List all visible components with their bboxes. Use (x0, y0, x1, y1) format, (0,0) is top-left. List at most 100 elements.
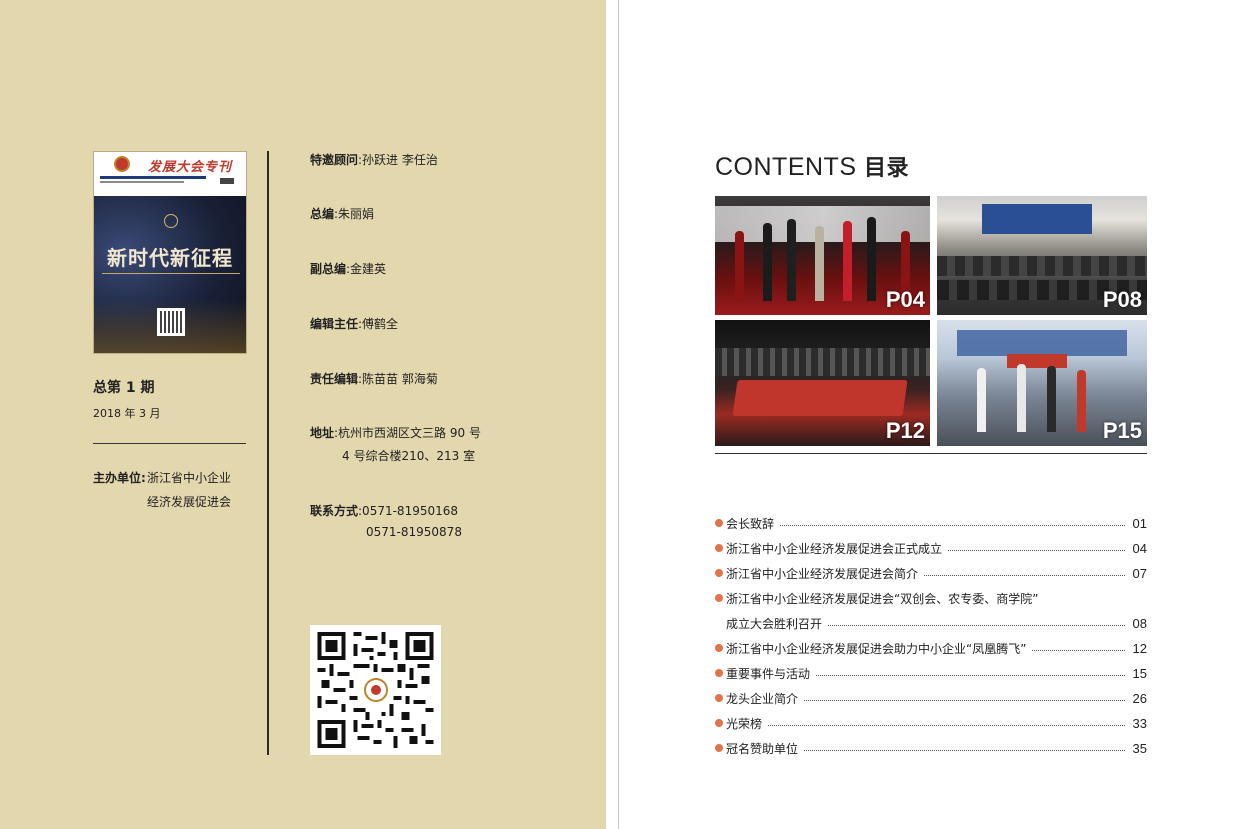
toc-item[interactable]: 浙江省中小企业经济发展促进会正式成立 04 (715, 537, 1147, 559)
staff-responsible-editors: 责任编辑:陈苗苗 郭海菊 (310, 372, 438, 386)
toc-item[interactable]: 冠名赞助单位 35 (715, 737, 1147, 759)
association-logo-icon (114, 156, 130, 172)
left-page: 发展大会专刊 新时代新征程 总第 1 期 2018 年 3 月 主办单位: 浙江… (0, 0, 606, 829)
issue-date: 2018 年 3 月 (93, 407, 161, 420)
photo-figure (815, 226, 824, 301)
cover-masthead-area: 发展大会专刊 (94, 152, 246, 196)
photo-figure (763, 223, 772, 301)
photo-stage-people (715, 348, 930, 376)
photo-figure (843, 221, 852, 301)
staff-advisors: 特邀顾问:孙跃进 李任治 (310, 153, 438, 167)
staff-address: 地址:杭州市西湖区文三路 90 号 (310, 426, 481, 440)
staff-contact: 联系方式:0571-81950168 (310, 504, 459, 518)
toc-item[interactable]: 重要事件与活动 15 (715, 662, 1147, 684)
cover-masthead: 发展大会专刊 (148, 160, 233, 175)
host-label: 主办单位: (93, 471, 146, 485)
toc-leader-dots (780, 525, 1125, 526)
toc-item[interactable]: 成立大会胜利召开 08 (715, 612, 1147, 634)
wechat-qr-code[interactable] (310, 625, 441, 755)
cover-issue-tag (220, 178, 234, 184)
photo-red-banner (732, 380, 908, 416)
toc-leader-dots (816, 675, 1125, 676)
toc-item-title: 浙江省中小企业经济发展促进会简介 (726, 566, 919, 581)
toc-bullet-icon (715, 744, 723, 752)
toc-leader-dots (768, 725, 1125, 726)
toc-item[interactable]: 浙江省中小企业经济发展促进会助力中小企业“凤凰腾飞” 12 (715, 637, 1147, 659)
cover-divider (102, 273, 240, 274)
photo-screen (982, 204, 1092, 234)
issue-number: 总第 1 期 (93, 380, 155, 396)
toc-item[interactable]: 龙头企业简介 26 (715, 687, 1147, 709)
magazine-cover-thumbnail[interactable]: 发展大会专刊 新时代新征程 (93, 151, 247, 354)
cover-artwork: 新时代新征程 (94, 196, 246, 353)
toc-leader-dots (804, 750, 1125, 751)
toc-item[interactable]: 光荣榜 33 (715, 712, 1147, 734)
contents-divider (715, 453, 1147, 454)
cover-subtitle-bar-secondary (100, 181, 184, 183)
photo-figure (787, 219, 796, 301)
toc-item-page: 26 (1132, 690, 1147, 706)
toc-bullet-icon (715, 544, 723, 552)
toc-item-page: 35 (1132, 740, 1147, 756)
toc-item-title: 浙江省中小企业经济发展促进会正式成立 (726, 541, 943, 556)
staff-address-line2: 4 号综合楼210、213 室 (342, 449, 476, 463)
toc-item-page: 33 (1132, 715, 1147, 731)
toc-item-title: 会长致辞 (726, 516, 775, 531)
cover-headline: 新时代新征程 (107, 246, 233, 270)
toc-leader-dots (948, 550, 1125, 551)
staff-chief-editor: 总编:朱丽娟 (310, 207, 375, 221)
toc-item-page: 04 (1132, 540, 1147, 556)
staff-editorial-director: 编辑主任:傅鹤全 (310, 317, 399, 331)
toc-bullet-icon (715, 669, 723, 677)
photo-figure (1047, 366, 1056, 432)
photo-page-label: P12 (885, 418, 925, 443)
photo-page-label: P04 (885, 287, 925, 312)
photo-figure (1017, 364, 1026, 432)
photo-p04[interactable]: P04 (715, 196, 930, 315)
host-name-line1: 浙江省中小企业 (147, 471, 232, 485)
photo-figure (1077, 370, 1086, 432)
toc-leader-dots (828, 625, 1125, 626)
photo-page-label: P15 (1102, 418, 1142, 443)
photo-figure (735, 231, 744, 301)
right-page: CONTENTS 目录 P04 P08 P12 P15 会长致辞 01 浙江省中小企… (619, 0, 1240, 829)
toc-item-title: 光荣榜 (726, 716, 763, 731)
photo-page-label: P08 (1102, 287, 1142, 312)
toc-bullet-icon (715, 719, 723, 727)
photo-banner (957, 330, 1127, 356)
cover-subtitle-bar (100, 176, 206, 179)
toc-item-title: 冠名赞助单位 (726, 741, 799, 756)
toc-item-page: 07 (1132, 565, 1147, 581)
photo-banner-red (1007, 354, 1067, 368)
photo-p12[interactable]: P12 (715, 320, 930, 446)
staff-contact-phone2: 0571-81950878 (366, 525, 462, 539)
photo-figure (867, 217, 876, 301)
photo-p15[interactable]: P15 (937, 320, 1147, 446)
toc-leader-dots (804, 700, 1125, 701)
photo-audience (937, 256, 1147, 276)
photo-p08[interactable]: P08 (937, 196, 1147, 315)
cover-emblem-icon (164, 214, 178, 228)
cover-qr-code-icon (157, 308, 185, 336)
toc-item-title: 重要事件与活动 (726, 666, 811, 681)
staff-deputy-editor: 副总编:金建英 (310, 262, 387, 276)
photo-figure (977, 368, 986, 432)
toc-item-page: 12 (1132, 640, 1147, 656)
toc-leader-dots (1044, 600, 1125, 601)
toc-leader-dots (924, 575, 1125, 576)
vertical-divider (267, 151, 269, 755)
toc-item[interactable]: 会长致辞 01 (715, 512, 1147, 534)
toc-bullet-icon (715, 519, 723, 527)
toc-item[interactable]: 浙江省中小企业经济发展促进会“双创会、农专委、商学院” (715, 587, 1147, 609)
left-divider (93, 443, 246, 444)
toc-item-page: 15 (1132, 665, 1147, 681)
toc-item-title: 龙头企业简介 (726, 691, 799, 706)
contents-heading: CONTENTS 目录 (715, 153, 909, 181)
qr-center-logo-icon (364, 678, 388, 702)
toc-item-page: 08 (1132, 615, 1147, 631)
toc-item[interactable]: 浙江省中小企业经济发展促进会简介 07 (715, 562, 1147, 584)
toc-leader-dots (1032, 650, 1125, 651)
toc-item-title: 成立大会胜利召开 (726, 616, 823, 631)
toc-item-title: 浙江省中小企业经济发展促进会“双创会、农专委、商学院” (726, 591, 1039, 606)
toc-item-title: 浙江省中小企业经济发展促进会助力中小企业“凤凰腾飞” (726, 641, 1027, 656)
